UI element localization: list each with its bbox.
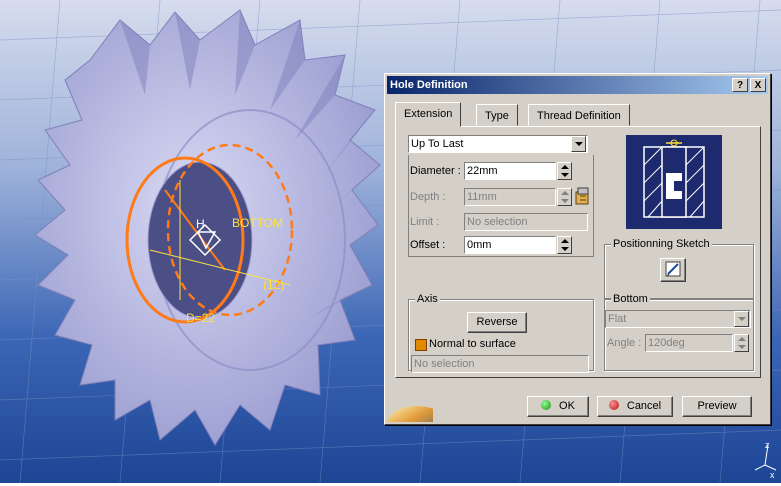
offset-field[interactable]: 0mm bbox=[464, 236, 556, 254]
depth-measure-icon[interactable] bbox=[574, 186, 592, 206]
hole-label-h: H bbox=[196, 217, 205, 231]
offset-spinner[interactable] bbox=[557, 236, 572, 254]
diameter-dimension[interactable]: D=22 bbox=[186, 311, 215, 325]
axis-group: Axis Reverse Normal to surface No select… bbox=[408, 292, 594, 373]
normal-to-surface-label: Normal to surface bbox=[429, 338, 516, 350]
angle-label: Angle : bbox=[607, 337, 642, 349]
bottom-group: Bottom Flat Angle : 120deg bbox=[604, 292, 754, 371]
tab-extension[interactable]: Extension bbox=[395, 102, 462, 127]
depth-field[interactable]: 11mm bbox=[464, 188, 556, 206]
preview-button[interactable]: Preview bbox=[682, 396, 752, 417]
offset-label: Offset : bbox=[410, 239, 446, 251]
positioning-sketch-title: Positionning Sketch bbox=[611, 237, 712, 251]
positioning-sketch-group: Positionning Sketch bbox=[604, 237, 754, 299]
limit-type-dropdown-icon[interactable] bbox=[571, 136, 586, 152]
tab-type[interactable]: Type bbox=[476, 104, 518, 126]
cancel-button[interactable]: Cancel bbox=[597, 396, 673, 417]
ok-button[interactable]: OK bbox=[527, 396, 589, 417]
limit-selection-field[interactable]: No selection bbox=[464, 213, 588, 231]
axis-group-title: Axis bbox=[415, 292, 440, 306]
axis-z-label: z bbox=[765, 440, 770, 450]
diameter-spinner[interactable] bbox=[557, 162, 572, 180]
depth-label: Depth : bbox=[410, 191, 446, 203]
cancel-label: Cancel bbox=[626, 400, 662, 412]
limit-label: Limit : bbox=[410, 216, 440, 228]
depth-spinner[interactable] bbox=[557, 188, 572, 206]
cancel-icon bbox=[608, 400, 619, 410]
axis-selection-field[interactable]: No selection bbox=[411, 355, 589, 373]
close-button[interactable]: X bbox=[750, 78, 766, 92]
limit-type-select[interactable]: Up To Last bbox=[408, 135, 588, 153]
diameter-field[interactable]: 22mm bbox=[464, 162, 556, 180]
dialog-title: Hole Definition bbox=[390, 79, 468, 91]
hole-type-preview-image bbox=[626, 135, 722, 229]
tab-thread-definition[interactable]: Thread Definition bbox=[528, 104, 630, 126]
sketcher-icon bbox=[665, 261, 681, 277]
hole-definition-dialog: Hole Definition ? X Extension Type Threa… bbox=[384, 73, 771, 425]
ok-icon bbox=[541, 400, 552, 410]
normal-to-surface-checkbox[interactable] bbox=[415, 339, 427, 351]
limit-type-value: Up To Last bbox=[411, 138, 464, 150]
dialog-title-bar[interactable]: Hole Definition ? X bbox=[387, 76, 768, 94]
axis-x-label: x bbox=[770, 470, 775, 480]
help-button[interactable]: ? bbox=[732, 78, 748, 92]
catia-logo-icon bbox=[387, 392, 433, 422]
diameter-label: Diameter : bbox=[410, 165, 461, 177]
extension-tab-panel: Up To Last Diameter : 22mm Depth : 11mm … bbox=[395, 126, 761, 378]
bottom-label: BOTTOM bbox=[232, 216, 283, 230]
depth-dimension[interactable]: (12) bbox=[263, 278, 284, 292]
bottom-type-dropdown-icon[interactable] bbox=[734, 311, 749, 327]
angle-field[interactable]: 120deg bbox=[645, 334, 733, 352]
reverse-button[interactable]: Reverse bbox=[467, 312, 527, 333]
sketcher-button[interactable] bbox=[660, 258, 686, 282]
angle-spinner[interactable] bbox=[734, 334, 749, 352]
ok-label: OK bbox=[559, 400, 575, 412]
bottom-type-select[interactable]: Flat bbox=[605, 310, 751, 328]
bottom-group-title: Bottom bbox=[611, 292, 650, 306]
